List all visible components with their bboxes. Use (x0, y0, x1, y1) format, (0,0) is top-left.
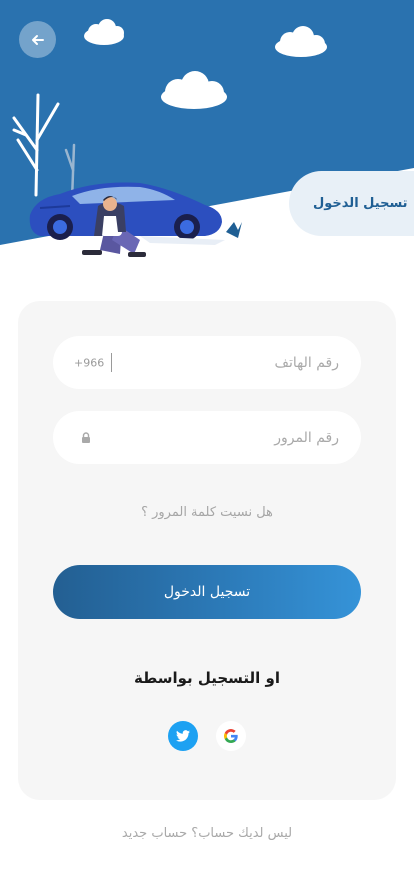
lock-icon (82, 432, 90, 443)
login-button[interactable]: تسجيل الدخول (53, 565, 361, 619)
back-button[interactable] (19, 21, 56, 58)
google-login-button[interactable] (216, 721, 246, 751)
password-placeholder: رقم المرور (274, 429, 339, 446)
password-field[interactable]: رقم المرور (53, 411, 361, 464)
tab-login-label: تسجيل الدخول (313, 196, 408, 211)
phone-placeholder: رقم الهاتف (274, 354, 339, 371)
social-login-label: او التسجيل بواسطة (133, 669, 281, 687)
signup-link[interactable]: ليس لديك حساب؟ حساب جديد (0, 826, 414, 841)
twitter-icon (176, 730, 190, 742)
back-arrow-icon (31, 34, 44, 45)
tab-login[interactable]: تسجيل الدخول (289, 171, 414, 236)
google-icon (224, 729, 238, 743)
forgot-password-link[interactable]: هل نسيت كلمة المرور ؟ (18, 505, 396, 520)
twitter-login-button[interactable] (168, 721, 198, 751)
phone-field[interactable]: +966 رقم الهاتف (53, 336, 361, 389)
country-code-divider (111, 353, 112, 372)
country-code: +966 (74, 356, 105, 369)
login-form-card: +966 رقم الهاتف رقم المرور هل نسيت كلمة … (18, 301, 396, 800)
login-button-label: تسجيل الدخول (163, 584, 251, 600)
login-screen: تسجيل الدخول +966 رقم الهاتف رقم المرور … (0, 0, 414, 896)
